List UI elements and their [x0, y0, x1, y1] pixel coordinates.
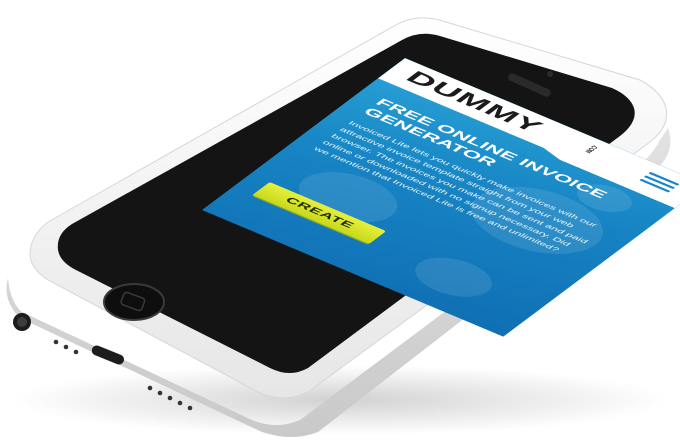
phone-mockup: DUMMY .COM FREE ONLINE INVOICE GENERATOR… — [0, 0, 680, 442]
lightning-port — [91, 345, 125, 365]
hamburger-menu-icon[interactable] — [639, 172, 679, 193]
home-button-icon[interactable] — [103, 283, 165, 321]
front-camera — [547, 71, 553, 77]
logo-suffix: .COM — [583, 143, 600, 154]
